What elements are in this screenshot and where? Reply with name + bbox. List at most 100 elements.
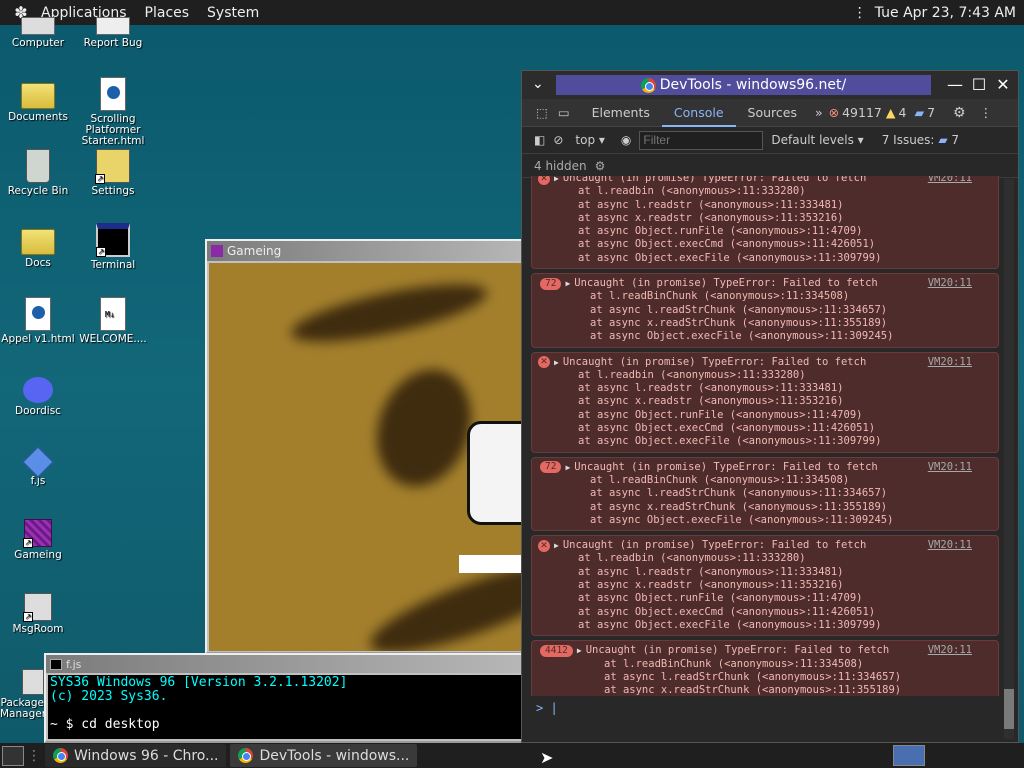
desktop-icon-documents[interactable]: Documents [0, 77, 76, 123]
inspect-element-icon[interactable]: ⬚ [522, 99, 554, 127]
desktop-icon-appel[interactable]: Appel v1.html [0, 297, 76, 345]
desktop-icon-msgroom[interactable]: ↗ MsgRoom [0, 593, 76, 635]
gameing-cube-icon [211, 245, 223, 257]
desktop-icon-welcome[interactable]: M↓ WELCOME.... [75, 297, 151, 345]
devtools-caption: DevTools - windows96.net/ [556, 75, 931, 95]
gameing-window-titlebar[interactable]: Gameing [207, 241, 533, 261]
tab-sources[interactable]: Sources [736, 99, 809, 127]
context-selector[interactable]: top ▾ [575, 133, 605, 147]
expand-triangle-icon[interactable]: ▶ [554, 356, 559, 369]
console-error-entry[interactable]: 72 ▶ Uncaught (in promise) TypeError: Fail… [531, 456, 999, 532]
show-desktop-icon[interactable] [2, 745, 24, 766]
menu-system[interactable]: System [198, 5, 268, 21]
top-panel: ✽ Applications Places System ⋮ Tue Apr 2… [0, 0, 1024, 25]
terminal-line: ~ $ cd desktop [50, 717, 160, 732]
chevron-down-icon[interactable]: ⌄ [532, 76, 544, 92]
terminal-line: SYS36 Windows 96 [Version 3.2.1.13202] [50, 675, 348, 690]
scrollbar-thumb[interactable] [1004, 689, 1014, 729]
desktop-icon-docs[interactable]: Docs [0, 223, 76, 269]
console-error-entry[interactable]: ✕ ▶ Uncaught (in promise) TypeError: Faile… [531, 176, 999, 270]
stack-frame: at l.readbin (<anonymous>:11:333280) [578, 368, 806, 381]
tab-console[interactable]: Console [661, 99, 736, 127]
expand-triangle-icon[interactable]: ▶ [565, 461, 570, 474]
terminal-window[interactable]: f.js SYS36 Windows 96 [Version 3.2.1.132… [44, 653, 534, 743]
source-link[interactable]: VM20:11 [928, 176, 972, 185]
computer-icon [21, 17, 55, 35]
error-message: Uncaught (in promise) TypeError: Failed … [574, 460, 878, 473]
sidebar-toggle-icon[interactable]: ◧ [534, 133, 545, 147]
console-log[interactable]: ✕ ▶ Uncaught (in promise) TypeError: Faile… [531, 176, 999, 696]
filter-input[interactable] [639, 130, 764, 150]
issues-button[interactable]: 7 Issues: ▰ 7 [882, 133, 959, 147]
terminal-window-titlebar[interactable]: f.js [46, 655, 532, 673]
task-windows96-chrome[interactable]: Windows 96 - Chro... [45, 744, 227, 767]
desktop-icon-computer[interactable]: Computer [0, 17, 76, 49]
folder-icon [21, 83, 55, 109]
kebab-menu-icon[interactable]: ⋮ [853, 5, 867, 21]
warning-count-icon: ▲ [885, 105, 896, 120]
desktop-icon-doordisc[interactable]: Doordisc [0, 373, 76, 417]
maximize-icon[interactable]: ☐ [968, 74, 990, 96]
workspace-switcher[interactable] [893, 745, 925, 766]
source-link[interactable]: VM20:11 [928, 277, 972, 290]
settings-gear-icon[interactable]: ⚙ [953, 105, 966, 121]
minimize-icon[interactable]: — [944, 74, 966, 96]
issues-icon: ▰ [938, 133, 948, 147]
game-canvas[interactable] [209, 263, 531, 651]
console-scrollbar[interactable] [1004, 179, 1014, 739]
desktop-icon-fjs[interactable]: f.js [0, 445, 76, 487]
source-link[interactable]: VM20:11 [928, 461, 972, 474]
console-settings-icon[interactable]: ⚙ [595, 159, 606, 173]
html-file-icon [25, 297, 51, 331]
desktop-icon-scrolling-platformer[interactable]: Scrolling Platformer Starter.html [75, 77, 151, 147]
console-error-entry[interactable]: ✕ ▶ Uncaught (in promise) TypeError: Faile… [531, 535, 999, 637]
clear-console-icon[interactable]: ⊘ [553, 133, 563, 147]
devtools-titlebar[interactable]: ⌄ DevTools - windows96.net/ — ☐ ✕ [522, 71, 1018, 99]
issues-label: 7 Issues: [881, 133, 935, 147]
console-error-entry[interactable]: 72 ▶ Uncaught (in promise) TypeError: Fail… [531, 273, 999, 348]
console-error-entry[interactable]: 4412 ▶ Uncaught (in promise) TypeError: Fa… [531, 640, 999, 696]
repeat-count-badge: 72 [540, 461, 562, 474]
error-icon: ✕ [538, 539, 550, 552]
info-count[interactable]: 7 [927, 105, 935, 120]
log-levels-dropdown[interactable]: Default levels ▾ [771, 133, 863, 147]
devtools-window[interactable]: ⌄ DevTools - windows96.net/ — ☐ ✕ ⬚ ▭ El… [521, 70, 1019, 743]
expand-triangle-icon[interactable]: ▶ [554, 539, 559, 552]
device-toolbar-icon[interactable]: ▭ [554, 99, 580, 127]
desktop-icon-label: Docs [25, 257, 51, 269]
expand-triangle-icon[interactable]: ▶ [565, 277, 570, 290]
stack-frame: at async Object.runFile (<anonymous>:11:… [578, 225, 863, 238]
stack-frame: at l.readBinChunk (<anonymous>:11:334508… [590, 473, 850, 486]
gameing-window[interactable]: Gameing [205, 239, 535, 654]
source-link[interactable]: VM20:11 [928, 356, 972, 369]
more-tabs-icon[interactable]: » [809, 99, 829, 127]
expand-triangle-icon[interactable]: ▶ [554, 176, 559, 185]
terminal-icon [50, 658, 62, 670]
warning-count[interactable]: 4 [899, 105, 907, 120]
desktop-icon-recycle-bin[interactable]: Recycle Bin [0, 149, 76, 197]
desktop-icon-settings[interactable]: ↗ Settings [75, 149, 151, 197]
task-devtools[interactable]: DevTools - windows... [230, 744, 418, 767]
desktop-icon-label: MsgRoom [12, 623, 64, 635]
desktop-icon-report-bug[interactable]: Report Bug [75, 17, 151, 49]
desktop-icon-package-manager[interactable]: Package Manager [0, 669, 44, 720]
terminal-output[interactable]: SYS36 Windows 96 [Version 3.2.1.13202] (… [48, 675, 530, 739]
mouse-pointer-icon: ➤ [540, 748, 554, 767]
desktop-icon-gameing[interactable]: ↗ Gameing [0, 519, 76, 561]
eye-icon[interactable]: ◉ [621, 133, 631, 147]
console-error-entry[interactable]: ✕ ▶ Uncaught (in promise) TypeError: Faile… [531, 351, 999, 453]
expand-triangle-icon[interactable]: ▶ [577, 644, 582, 657]
desktop-icon-terminal[interactable]: ↗ Terminal [75, 223, 151, 271]
kebab-menu-icon[interactable]: ⋮ [980, 105, 993, 120]
tab-elements[interactable]: Elements [580, 99, 662, 127]
error-count[interactable]: 49117 [842, 105, 882, 120]
source-link[interactable]: VM20:11 [928, 644, 972, 657]
context-label: top [575, 133, 596, 147]
issues-count: 7 [951, 133, 960, 147]
source-link[interactable]: VM20:11 [928, 539, 972, 552]
clock[interactable]: Tue Apr 23, 7:43 AM [875, 5, 1016, 21]
close-icon[interactable]: ✕ [992, 74, 1014, 96]
desktop-icon-label: Settings [91, 185, 135, 197]
markdown-file-icon: M↓ [100, 297, 126, 331]
console-prompt[interactable]: > | [536, 701, 558, 715]
